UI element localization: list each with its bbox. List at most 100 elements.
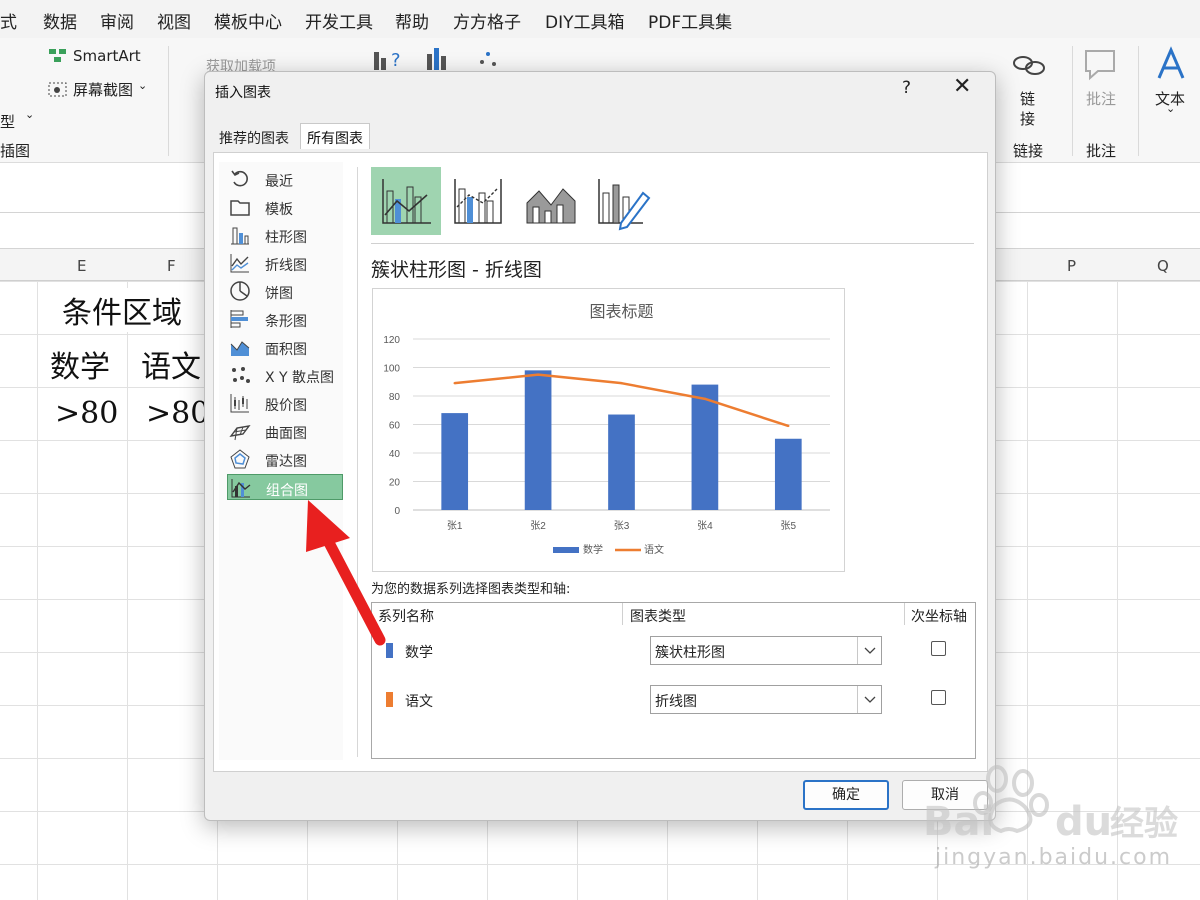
y-tick-label: 120 bbox=[383, 335, 400, 346]
category-template[interactable]: 模板 bbox=[227, 194, 343, 220]
shapes-type-fragment[interactable]: 型 bbox=[0, 111, 15, 132]
menu-view[interactable]: 视图 bbox=[157, 8, 191, 33]
chevron-down-icon[interactable]: ⌄ bbox=[138, 79, 147, 92]
screenshot-icon bbox=[48, 82, 67, 97]
selected-chart-type: 折线图 bbox=[655, 694, 697, 710]
menu-template-center[interactable]: 模板中心 bbox=[214, 8, 282, 33]
link-button[interactable]: 链 bbox=[1020, 88, 1035, 109]
series-type-select-chinese[interactable]: 折线图 bbox=[650, 685, 882, 714]
cell-header-chinese[interactable]: 语文 bbox=[141, 342, 201, 386]
subtype-clustered-column-line[interactable] bbox=[371, 167, 441, 235]
category-label: 模板 bbox=[265, 202, 293, 218]
category-label: 面积图 bbox=[265, 342, 307, 358]
column-header-e[interactable]: E bbox=[77, 257, 86, 275]
line-point-张1 bbox=[453, 381, 456, 385]
category-scatter[interactable]: X Y 散点图 bbox=[227, 362, 343, 388]
y-tick-label: 100 bbox=[383, 364, 400, 375]
menu-developer[interactable]: 开发工具 bbox=[305, 8, 373, 33]
category-column[interactable]: 柱形图 bbox=[227, 222, 343, 248]
cell-criteria-math[interactable]: >80 bbox=[55, 396, 119, 431]
series-type-select-math[interactable]: 簇状柱形图 bbox=[650, 636, 882, 665]
x-tick-label: 张3 bbox=[614, 520, 630, 532]
cell-condition-title[interactable]: 条件区域 bbox=[62, 288, 182, 332]
chart-buttons-icon[interactable]: ? bbox=[372, 44, 532, 74]
cell-header-math[interactable]: 数学 bbox=[50, 342, 110, 386]
chevron-down-icon bbox=[864, 647, 876, 654]
category-combo[interactable]: 组合图 bbox=[227, 474, 343, 500]
menu-fangfang[interactable]: 方方格子 bbox=[453, 8, 521, 33]
legend-label: 语文 bbox=[644, 543, 664, 556]
dropdown-button[interactable] bbox=[857, 686, 881, 713]
column-line-secondary-axis-icon bbox=[454, 179, 502, 224]
legend-label: 数学 bbox=[583, 543, 603, 556]
series-color-swatch bbox=[386, 692, 393, 707]
menu-pdf-tools[interactable]: PDF工具集 bbox=[648, 8, 732, 33]
comment-button[interactable]: 批注 bbox=[1086, 88, 1116, 109]
subtype-stacked-area-column[interactable] bbox=[515, 167, 585, 235]
category-recent[interactable]: 最近 bbox=[227, 166, 343, 192]
menu-formulas[interactable]: 式 bbox=[0, 8, 17, 33]
menu-review[interactable]: 审阅 bbox=[100, 8, 134, 33]
close-icon[interactable]: ✕ bbox=[953, 74, 971, 99]
stock-chart-icon bbox=[230, 394, 249, 413]
link-button-line2[interactable]: 接 bbox=[1020, 108, 1035, 129]
header-divider bbox=[622, 603, 623, 625]
chart-preview: 图表标题 0 20 40 60 80 100 120 张1 张2 张3 张4 张5 数学 语文 bbox=[372, 288, 845, 572]
chevron-down-icon[interactable]: ⌄ bbox=[25, 108, 34, 121]
category-radar[interactable]: 雷达图 bbox=[227, 446, 343, 472]
secondary-axis-checkbox-chinese[interactable] bbox=[931, 690, 946, 705]
comment-icon bbox=[1085, 50, 1115, 81]
line-point-张2 bbox=[536, 373, 540, 376]
category-label: 柱形图 bbox=[265, 230, 307, 246]
column-header-f[interactable]: F bbox=[167, 257, 176, 275]
category-label: 折线图 bbox=[265, 258, 307, 274]
menu-data[interactable]: 数据 bbox=[43, 8, 77, 33]
subtype-divider bbox=[371, 243, 974, 244]
category-label: 饼图 bbox=[265, 286, 293, 302]
smartart-button[interactable]: SmartArt bbox=[73, 47, 141, 65]
category-area[interactable]: 面积图 bbox=[227, 334, 343, 360]
category-bar[interactable]: 条形图 bbox=[227, 306, 343, 332]
y-tick-label: 40 bbox=[389, 449, 401, 460]
secondary-axis-checkbox-math[interactable] bbox=[931, 641, 946, 656]
chevron-down-icon[interactable]: ⌄ bbox=[1166, 102, 1175, 115]
cell-criteria-chinese[interactable]: >80 bbox=[146, 396, 210, 431]
line-point-张3 bbox=[620, 381, 623, 385]
bar-张4 bbox=[691, 384, 719, 510]
category-label: 最近 bbox=[265, 174, 293, 190]
combo-chart-icon bbox=[231, 479, 251, 498]
category-pie[interactable]: 饼图 bbox=[227, 278, 343, 304]
category-label: X Y 散点图 bbox=[265, 370, 335, 386]
text-icon bbox=[1157, 46, 1185, 79]
tab-recommended-charts[interactable]: 推荐的图表 bbox=[215, 126, 293, 150]
menu-help[interactable]: 帮助 bbox=[395, 8, 429, 33]
svg-text:?: ? bbox=[391, 50, 401, 71]
subtype-custom-combo[interactable] bbox=[587, 167, 657, 235]
help-icon[interactable]: ? bbox=[902, 78, 911, 98]
category-line[interactable]: 折线图 bbox=[227, 250, 343, 276]
tab-all-charts[interactable]: 所有图表 bbox=[300, 123, 370, 149]
dropdown-button[interactable] bbox=[857, 637, 881, 664]
pie-chart-icon bbox=[230, 281, 250, 301]
y-tick-label: 0 bbox=[394, 506, 400, 517]
bar-张1 bbox=[441, 413, 469, 510]
bar-张3 bbox=[608, 414, 635, 510]
cancel-button[interactable]: 取消 bbox=[902, 780, 988, 810]
y-tick-label: 20 bbox=[389, 478, 401, 489]
ok-button[interactable]: 确定 bbox=[803, 780, 889, 810]
surface-chart-icon bbox=[229, 425, 251, 441]
ribbon-separator bbox=[168, 46, 169, 156]
ribbon-separator bbox=[1138, 46, 1139, 156]
line-point-张4 bbox=[703, 397, 707, 401]
menu-diy-toolbox[interactable]: DIY工具箱 bbox=[545, 8, 625, 33]
bar-chart-icon bbox=[230, 310, 248, 328]
line-chart-icon bbox=[230, 254, 249, 273]
radar-chart-icon bbox=[230, 449, 250, 469]
x-tick-label: 张5 bbox=[781, 520, 797, 532]
category-surface[interactable]: 曲面图 bbox=[227, 418, 343, 444]
screenshot-button[interactable]: 屏幕截图 bbox=[73, 79, 133, 100]
column-header-p[interactable]: P bbox=[1067, 257, 1076, 275]
column-header-q[interactable]: Q bbox=[1157, 257, 1169, 275]
subtype-clustered-column-line-secondary[interactable] bbox=[443, 167, 513, 235]
category-stock[interactable]: 股价图 bbox=[227, 390, 343, 416]
